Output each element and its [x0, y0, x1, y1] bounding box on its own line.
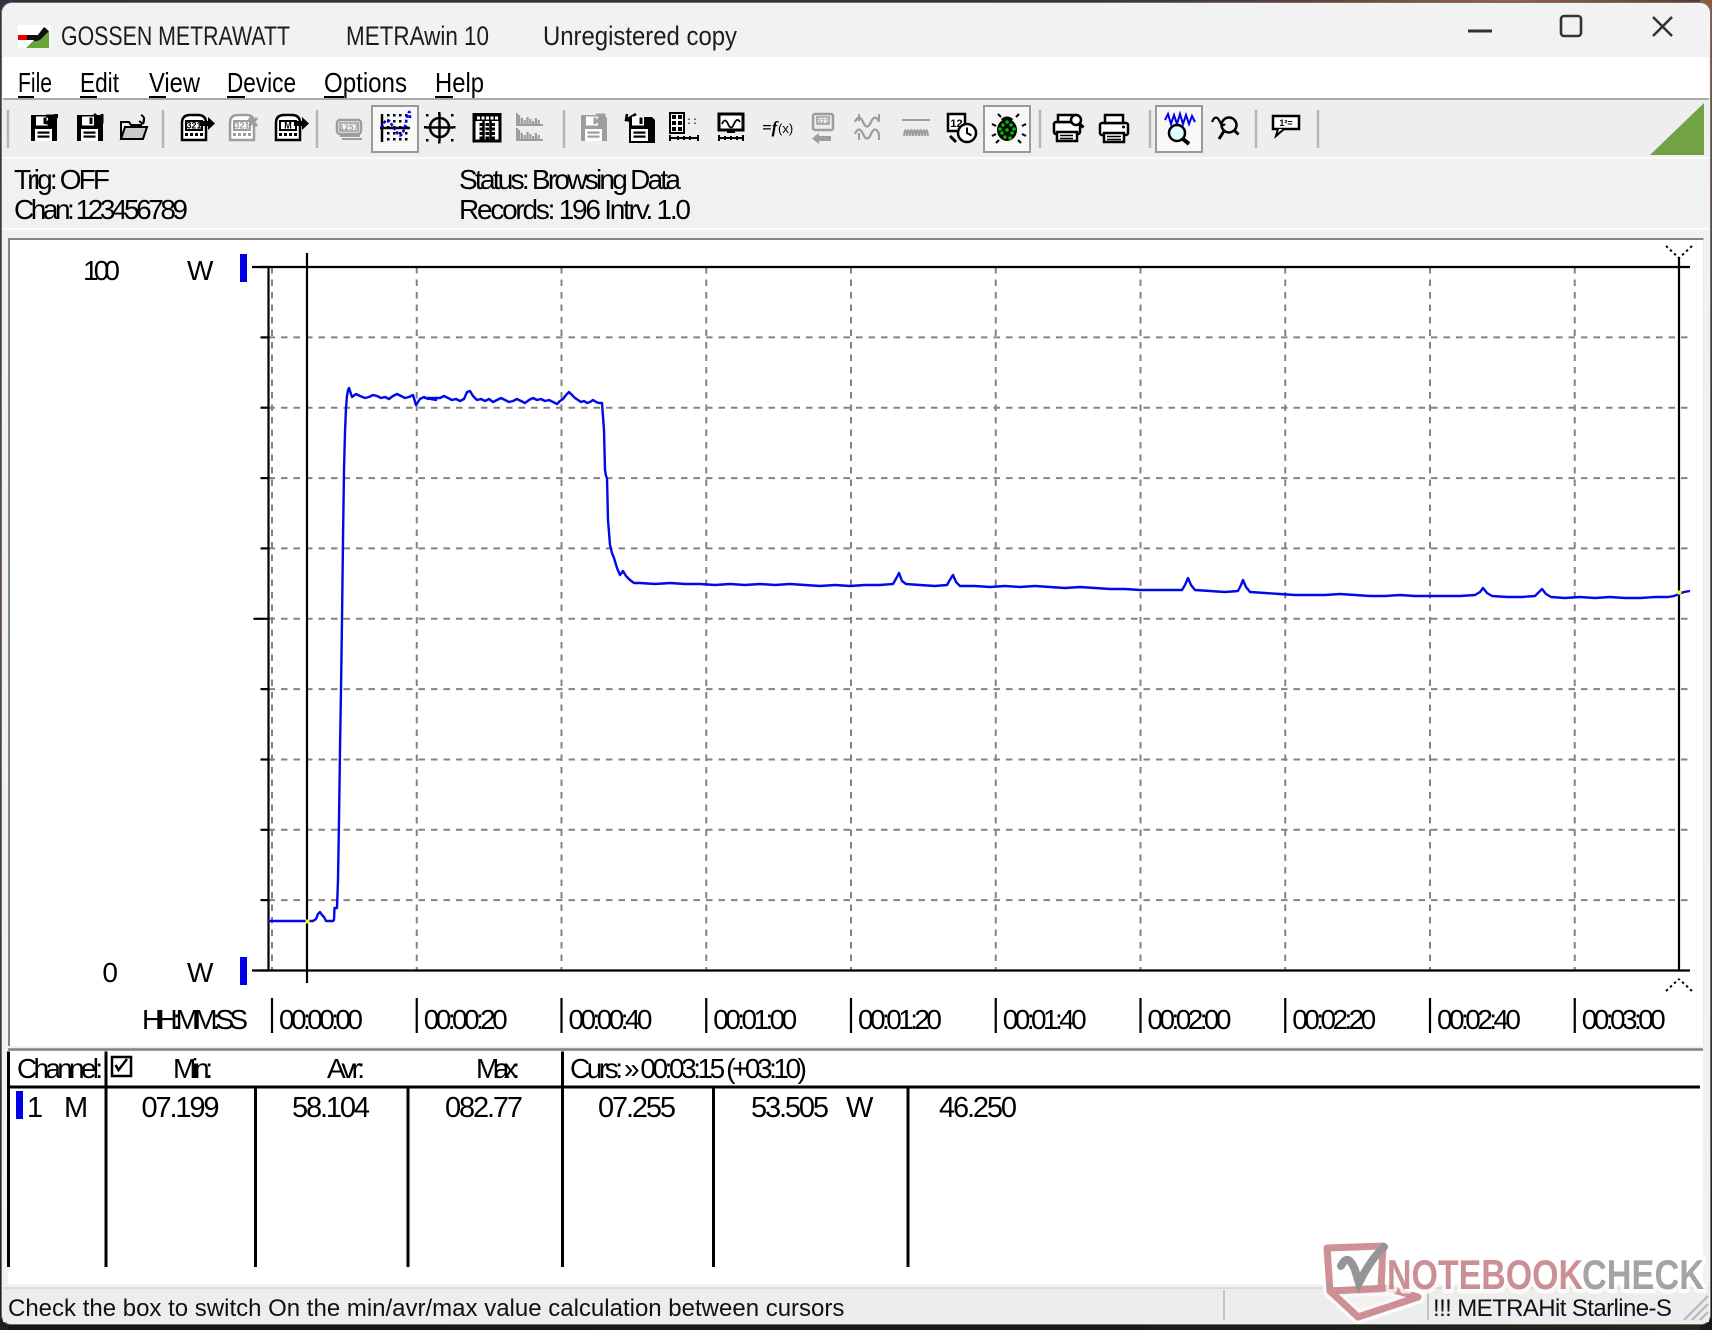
svg-text:00:02:00: 00:02:00: [1148, 1004, 1232, 1035]
svg-text:46.250: 46.250: [939, 1092, 1017, 1124]
svg-text:00:03:00: 00:03:00: [1582, 1004, 1666, 1035]
svg-text:Min:: Min:: [173, 1053, 213, 1084]
svg-text:00:01:00: 00:01:00: [713, 1004, 797, 1035]
svg-text:1257: 1257: [339, 124, 358, 133]
svg-text:53.505: 53.505: [751, 1092, 829, 1124]
svg-text:1²=: 1²=: [1279, 118, 1292, 128]
svg-text:W: W: [187, 957, 214, 988]
svg-text:CHECK: CHECK: [1582, 1251, 1704, 1298]
svg-text:00:01:40: 00:01:40: [1003, 1004, 1087, 1035]
svg-text:M: M: [64, 1092, 88, 1124]
svg-text:Max:: Max:: [476, 1053, 520, 1084]
svg-text:00:00:20: 00:00:20: [424, 1004, 508, 1035]
svg-text:00:00:40: 00:00:40: [569, 1004, 653, 1035]
svg-text:58.104: 58.104: [292, 1092, 370, 1124]
svg-text:082.77: 082.77: [445, 1092, 523, 1124]
svg-text:::: ::: [686, 117, 698, 128]
svg-text:321: 321: [186, 121, 201, 131]
svg-text:HH:MM:SS: HH:MM:SS: [142, 1004, 248, 1035]
svg-text:Avr:: Avr:: [327, 1053, 365, 1084]
svg-text:(x): (x): [778, 121, 793, 136]
svg-text:00:02:40: 00:02:40: [1437, 1004, 1521, 1035]
svg-text:Status: Browsing Data: Status: Browsing Data: [459, 164, 681, 195]
svg-text:321: 321: [817, 119, 829, 126]
svg-text:Curs: » 00:03:15 (+03:10): Curs: » 00:03:15 (+03:10): [570, 1053, 807, 1084]
svg-text:00:00:00: 00:00:00: [279, 1004, 363, 1035]
svg-text:1: 1: [27, 1092, 43, 1124]
svg-text:Chan: 123456789: Chan: 123456789: [14, 194, 188, 225]
svg-text:321: 321: [234, 121, 249, 131]
svg-text:NOTEBOOK: NOTEBOOK: [1387, 1251, 1583, 1298]
svg-text:100: 100: [83, 255, 120, 286]
svg-text:07.199: 07.199: [142, 1092, 220, 1124]
svg-text:Channel:: Channel:: [17, 1053, 103, 1084]
svg-text:0: 0: [102, 957, 118, 988]
svg-text:W: W: [187, 255, 214, 286]
svg-text:Trig: OFF: Trig: OFF: [14, 164, 110, 195]
svg-text:07.255: 07.255: [598, 1092, 676, 1124]
svg-text:00:02:20: 00:02:20: [1292, 1004, 1376, 1035]
svg-text:Records: 196 Intrv. 1.0: Records: 196 Intrv. 1.0: [459, 194, 691, 225]
svg-text:00:01:20: 00:01:20: [858, 1004, 942, 1035]
svg-text:W: W: [846, 1092, 874, 1124]
svg-text:M: M: [284, 121, 292, 131]
